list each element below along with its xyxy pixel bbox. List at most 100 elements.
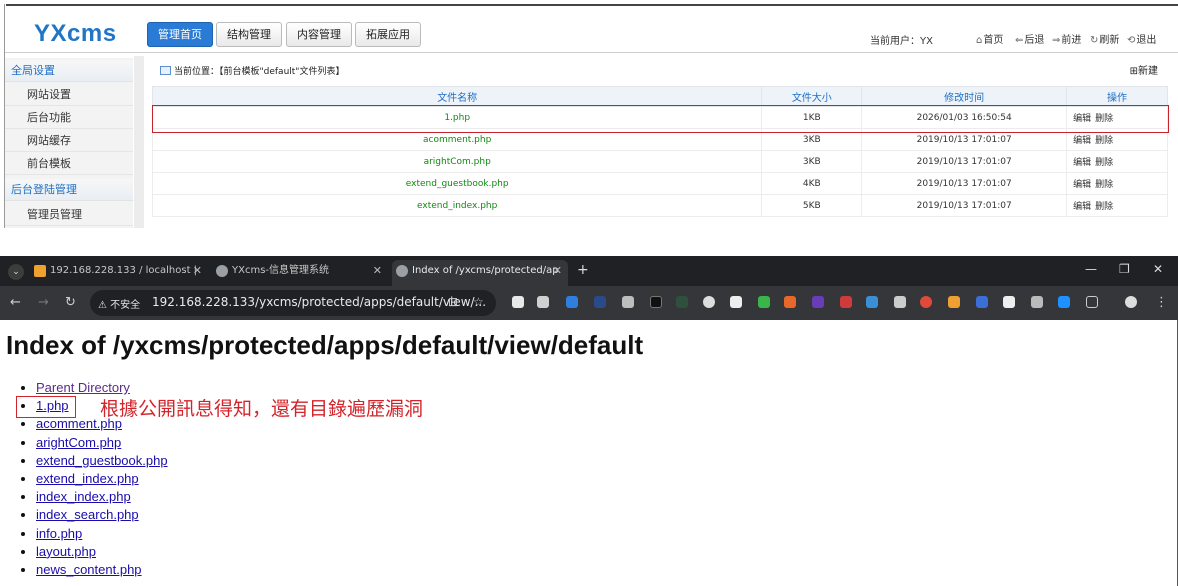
sidebar-item-site-cache[interactable]: 网站缓存: [5, 129, 133, 152]
extension-icon[interactable]: [594, 296, 606, 308]
edit-link[interactable]: 编辑: [1073, 136, 1091, 146]
forward-icon[interactable]: →: [38, 295, 49, 310]
menu-kebab-icon[interactable]: ⋮: [1155, 295, 1168, 310]
edit-link[interactable]: 编辑: [1073, 180, 1091, 190]
file-name-cell[interactable]: acomment.php: [151, 128, 763, 151]
tab-search-chevron-icon[interactable]: ⌄: [8, 264, 24, 280]
nav-extensions[interactable]: 拓展应用: [355, 22, 421, 47]
file-time-cell: 2019/10/13 17:01:07: [861, 150, 1068, 173]
file-name-cell[interactable]: arightCom.php: [151, 150, 763, 173]
sidebar-item-backend-functions[interactable]: 后台功能: [5, 106, 133, 129]
extension-icon[interactable]: [512, 296, 524, 308]
sidebar-item-admins[interactable]: 管理员管理: [5, 203, 133, 226]
bookmark-star-icon[interactable]: ☆: [473, 295, 484, 309]
extension-icon[interactable]: [894, 296, 906, 308]
insecure-badge[interactable]: ⚠ 不安全: [98, 296, 140, 311]
delete-link[interactable]: 删除: [1095, 180, 1113, 190]
extension-icon[interactable]: [566, 296, 578, 308]
new-tab-plus-icon[interactable]: +: [577, 262, 589, 278]
sidebar-scrollbar[interactable]: [134, 56, 144, 228]
directory-listing-page: Index of /yxcms/protected/apps/default/v…: [0, 320, 1178, 586]
tab-close-icon[interactable]: ✕: [193, 260, 202, 282]
globe-icon: [216, 265, 228, 277]
parent-directory-link[interactable]: Parent Directory: [36, 380, 130, 395]
file-link[interactable]: news_content.php: [36, 562, 142, 577]
back-icon[interactable]: ←: [10, 295, 21, 310]
tab-yxcms[interactable]: YXcms-信息管理系统 ✕: [212, 260, 388, 286]
extension-icon[interactable]: [703, 296, 715, 308]
edit-link[interactable]: 编辑: [1073, 202, 1091, 212]
extensions-puzzle-icon[interactable]: [1086, 296, 1098, 308]
tab-close-icon[interactable]: ✕: [553, 260, 562, 282]
extension-icon[interactable]: [1058, 296, 1070, 308]
extension-icon[interactable]: [976, 296, 988, 308]
extension-icon[interactable]: [948, 296, 960, 308]
extension-icon[interactable]: [650, 296, 662, 308]
table-row: extend_guestbook.php 4KB 2019/10/13 17:01:…: [151, 172, 1168, 195]
tab-phpmyadmin[interactable]: 192.168.228.133 / localhost | ✕: [30, 260, 208, 286]
extension-icon[interactable]: [784, 296, 796, 308]
profile-avatar-icon[interactable]: [1125, 296, 1137, 308]
edit-link[interactable]: 编辑: [1073, 158, 1091, 168]
nav-admin-home[interactable]: 管理首页: [147, 22, 213, 47]
file-time-cell: 2019/10/13 17:01:07: [861, 128, 1068, 151]
extension-icon[interactable]: [920, 296, 932, 308]
delete-link[interactable]: 删除: [1095, 136, 1113, 146]
home-link[interactable]: ⌂首页: [976, 31, 1003, 46]
nav-structure[interactable]: 结构管理: [216, 22, 282, 47]
file-name-cell[interactable]: extend_index.php: [151, 194, 763, 217]
file-link[interactable]: index_search.php: [36, 507, 139, 522]
yxcms-logo[interactable]: YXcms: [34, 20, 117, 48]
file-link[interactable]: layout.php: [36, 544, 96, 559]
delete-link[interactable]: 删除: [1095, 202, 1113, 212]
extension-icon[interactable]: [676, 296, 688, 308]
reload-icon[interactable]: ↻: [65, 295, 76, 310]
file-link[interactable]: extend_guestbook.php: [36, 453, 168, 468]
file-name-cell[interactable]: extend_guestbook.php: [151, 172, 763, 195]
extension-icon[interactable]: [840, 296, 852, 308]
delete-link[interactable]: 删除: [1095, 158, 1113, 168]
extension-icon[interactable]: [758, 296, 770, 308]
delete-link[interactable]: 删除: [1095, 114, 1113, 124]
edit-link[interactable]: 编辑: [1073, 114, 1091, 124]
logout-link[interactable]: ⟲退出: [1127, 31, 1156, 46]
actions-cell: 编辑 删除: [1066, 172, 1168, 195]
file-link[interactable]: arightCom.php: [36, 435, 121, 450]
col-header-actions: 操作: [1066, 86, 1168, 107]
new-file-button[interactable]: ⊞新建: [1130, 62, 1158, 77]
extension-icon[interactable]: [866, 296, 878, 308]
nav-content[interactable]: 内容管理: [286, 22, 352, 47]
file-link[interactable]: index_index.php: [36, 489, 131, 504]
file-time-cell: 2019/10/13 17:01:07: [861, 194, 1068, 217]
sidebar-group-global[interactable]: 全局设置: [5, 60, 133, 82]
extension-icon[interactable]: [730, 296, 742, 308]
translate-icon[interactable]: ⊡: [448, 295, 458, 309]
extension-icon[interactable]: [622, 296, 634, 308]
extension-icon[interactable]: [1003, 296, 1015, 308]
refresh-link[interactable]: ↻刷新: [1090, 31, 1119, 46]
back-link[interactable]: ⇐后退: [1015, 31, 1044, 46]
file-name-cell[interactable]: 1.php: [151, 106, 763, 129]
tab-index-of[interactable]: Index of /yxcms/protected/ap ✕: [392, 260, 568, 286]
file-link[interactable]: extend_index.php: [36, 471, 139, 486]
tab-close-icon[interactable]: ✕: [373, 260, 382, 282]
list-item: extend_index.php: [36, 470, 168, 488]
omnibox[interactable]: ⚠ 不安全 192.168.228.133/yxcms/protected/ap…: [90, 290, 496, 316]
sidebar-group-login[interactable]: 后台登陆管理: [5, 179, 133, 201]
close-window-icon[interactable]: ✕: [1153, 262, 1163, 276]
sidebar-item-frontend-templates[interactable]: 前台模板: [5, 152, 133, 175]
minimize-icon[interactable]: —: [1085, 262, 1097, 276]
extension-icon[interactable]: [1031, 296, 1043, 308]
list-item: info.php: [36, 525, 168, 543]
forward-link[interactable]: ⇒前进: [1052, 31, 1081, 46]
extension-icon[interactable]: [537, 296, 549, 308]
file-link[interactable]: info.php: [36, 526, 82, 541]
extension-icon[interactable]: [812, 296, 824, 308]
annotation-text: 根據公開訊息得知，還有目錄遍歷漏洞: [100, 398, 424, 420]
restore-icon[interactable]: ❐: [1119, 262, 1130, 276]
file-size-cell: 3KB: [761, 128, 863, 151]
sidebar-item-site-settings[interactable]: 网站设置: [5, 83, 133, 106]
table-header-row: 文件名称 文件大小 修改时间 操作: [151, 86, 1168, 107]
url-text[interactable]: 192.168.228.133/yxcms/protected/apps/def…: [152, 295, 486, 309]
page-heading: Index of /yxcms/protected/apps/default/v…: [6, 330, 644, 360]
